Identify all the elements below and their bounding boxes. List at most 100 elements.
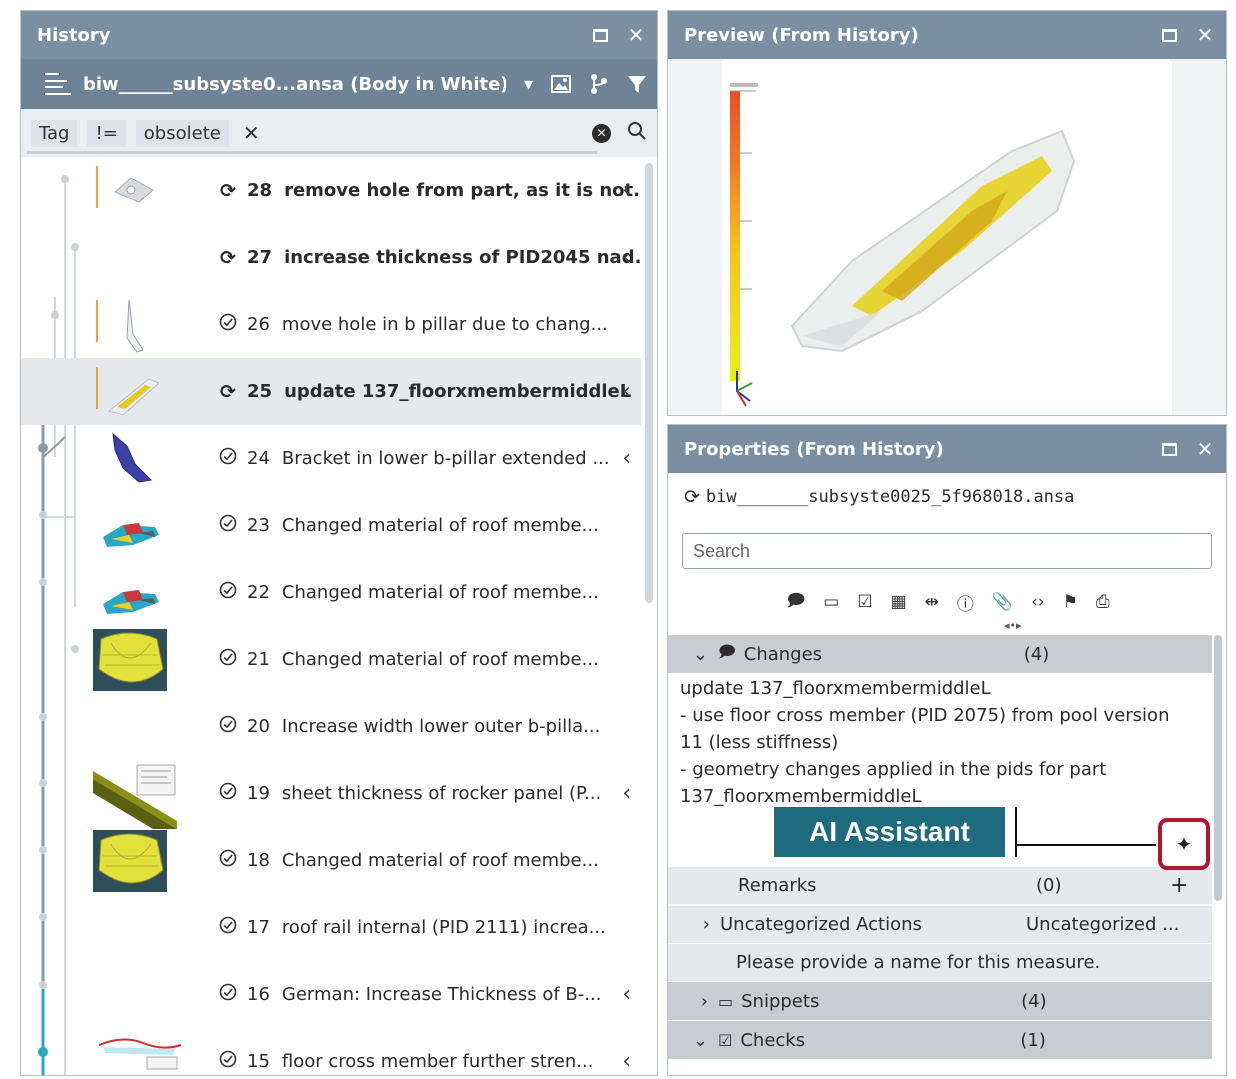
- history-row-text: 18 Changed material of roof membe...: [217, 827, 599, 894]
- properties-search-input[interactable]: Search: [682, 533, 1212, 569]
- maximize-icon[interactable]: [1154, 434, 1184, 464]
- history-row-number: 28: [247, 180, 273, 201]
- clear-icon[interactable]: ✕: [592, 123, 611, 143]
- history-row-number: 23: [247, 515, 270, 536]
- history-row-text: 26 move hole in b pillar due to chang...: [217, 291, 608, 358]
- list-icon[interactable]: [45, 73, 71, 95]
- maximize-icon[interactable]: [585, 20, 615, 50]
- history-row-label: floor cross member further stren...: [281, 1051, 594, 1072]
- history-thumbnail: [93, 227, 167, 289]
- history-row[interactable]: ⟳ 25 update 137_floorxmembermiddleL ‹: [21, 358, 641, 425]
- maximize-icon[interactable]: [1154, 20, 1184, 50]
- history-row-number: 19: [247, 783, 270, 804]
- history-scrollbar[interactable]: [645, 163, 653, 603]
- history-thumbnail: [93, 495, 167, 557]
- uncategorized-value[interactable]: Uncategorized ...: [1026, 914, 1179, 935]
- close-icon[interactable]: ✕: [621, 20, 651, 50]
- history-row-label: Changed material of roof membe...: [281, 515, 599, 536]
- filter-chip-operator[interactable]: !=: [87, 119, 126, 147]
- info-icon[interactable]: ⓘ: [957, 590, 974, 615]
- properties-title: Properties (From History): [684, 438, 944, 460]
- branch-icon[interactable]: [589, 73, 609, 95]
- filter-icon[interactable]: [627, 74, 647, 94]
- preview-title-bar: Preview (From History) ✕: [668, 11, 1226, 59]
- sync-icon: ⟳: [220, 246, 236, 269]
- remarks-row[interactable]: Remarks (0) +: [668, 866, 1212, 904]
- search-icon[interactable]: [627, 121, 647, 146]
- history-row-label: sheet thickness of rocker panel (P...: [281, 783, 602, 804]
- history-row[interactable]: 19 sheet thickness of rocker panel (P... ‹: [21, 760, 641, 829]
- changes-line: update 137_floorxmembermiddleL: [680, 678, 991, 699]
- close-icon[interactable]: ✕: [1190, 434, 1220, 464]
- checks-section-header[interactable]: ⌄ ☑ Checks (1): [668, 1021, 1212, 1059]
- history-row-text: 15 floor cross member further stren...: [217, 1028, 594, 1075]
- chevron-left-icon[interactable]: ‹: [622, 157, 631, 224]
- chevron-left-icon[interactable]: ‹: [622, 425, 631, 492]
- properties-file: ⟳ biw_______subsyste0025_5f968018.ansa: [668, 473, 1226, 521]
- snippets-section-header[interactable]: › ▭ Snippets (4): [668, 982, 1212, 1020]
- remove-filter-icon[interactable]: ✕: [243, 121, 260, 145]
- changes-section-header[interactable]: ⌄ 🗩 Changes (4): [668, 635, 1212, 673]
- checks-label: Checks: [740, 1029, 806, 1051]
- chevron-left-icon[interactable]: ‹: [622, 961, 631, 1028]
- history-row[interactable]: 23 Changed material of roof membe...: [21, 492, 641, 559]
- preview-margin-right: [1170, 59, 1226, 415]
- history-row[interactable]: 22 Changed material of roof membe...: [21, 559, 641, 626]
- history-row-label: remove hole from part, as it is not.: [284, 180, 640, 201]
- image-icon[interactable]: [551, 75, 571, 93]
- history-row[interactable]: 16 German: Increase Thickness of B-... ‹: [21, 961, 641, 1028]
- chevron-left-icon[interactable]: ‹: [622, 358, 631, 425]
- flag-icon[interactable]: ⚑: [1063, 592, 1078, 612]
- history-row[interactable]: 17 roof rail internal (PID 2111) increa..…: [21, 894, 641, 961]
- history-list[interactable]: ⟳ 28 remove hole from part, as it is not. ‹…: [21, 157, 641, 1075]
- check-circle-icon: [217, 983, 239, 1006]
- link-icon[interactable]: ⇹: [925, 592, 939, 612]
- snippet-icon[interactable]: ▭: [823, 592, 839, 612]
- uncategorized-actions-row[interactable]: › Uncategorized Actions Uncategorized ..…: [668, 905, 1212, 943]
- chevron-left-icon[interactable]: ‹: [622, 224, 631, 291]
- history-row-text: 22 Changed material of roof membe...: [217, 559, 599, 626]
- callout-leader-line: [1016, 844, 1156, 846]
- preview-viewport[interactable]: [722, 61, 1172, 415]
- filter-chip-field[interactable]: Tag: [31, 119, 78, 147]
- code-icon[interactable]: ‹›: [1031, 592, 1045, 612]
- printer-icon[interactable]: ⎙: [1096, 592, 1110, 612]
- history-row[interactable]: 18 Changed material of roof membe...: [21, 827, 641, 894]
- sync-icon: ⟳: [220, 380, 236, 403]
- chevron-left-icon[interactable]: ‹: [622, 760, 631, 827]
- measure-name-row[interactable]: Please provide a name for this measure.: [668, 943, 1212, 981]
- check-circle-icon: [217, 849, 239, 872]
- splitter-handle-icon[interactable]: ◂•▸: [1004, 619, 1022, 632]
- chevron-left-icon[interactable]: ‹: [622, 1028, 631, 1075]
- history-row[interactable]: 20 Increase width lower outer b-pilla...: [21, 693, 641, 760]
- measure-name-prompt: Please provide a name for this measure.: [736, 952, 1101, 973]
- grid-icon[interactable]: ▦: [891, 592, 907, 612]
- checkbox-icon[interactable]: ☑: [857, 592, 872, 612]
- history-row[interactable]: 26 move hole in b pillar due to chang...: [21, 291, 641, 358]
- history-row[interactable]: 24 Bracket in lower b-pillar extended ...…: [21, 425, 641, 492]
- comment-icon[interactable]: 🗩: [786, 588, 805, 617]
- history-row-text: 16 German: Increase Thickness of B-...: [217, 961, 601, 1028]
- history-row-label: Increase width lower outer b-pilla...: [281, 716, 601, 737]
- history-row[interactable]: ⟳ 28 remove hole from part, as it is not. ‹: [21, 157, 641, 224]
- chevron-right-icon[interactable]: ›: [668, 991, 718, 1012]
- chevron-down-icon[interactable]: ⌄: [668, 1030, 718, 1051]
- chevron-down-icon[interactable]: ⌄: [668, 644, 718, 665]
- history-row[interactable]: 21 Changed material of roof membe...: [21, 626, 641, 693]
- close-icon[interactable]: ✕: [1190, 20, 1220, 50]
- properties-scrollbar[interactable]: [1214, 635, 1222, 901]
- chevron-right-icon[interactable]: ›: [668, 914, 720, 935]
- properties-title-bar: Properties (From History) ✕: [668, 425, 1226, 473]
- history-row-text: 24 Bracket in lower b-pillar extended ...: [217, 425, 610, 492]
- add-icon[interactable]: +: [1170, 873, 1188, 898]
- history-file-name: biw______subsyste0...ansa (Body in White…: [83, 73, 506, 95]
- history-thumbnail: [93, 629, 167, 691]
- dropdown-arrow-icon[interactable]: ▾: [524, 74, 533, 95]
- sync-icon: ⟳: [684, 486, 700, 508]
- ai-assistant-button[interactable]: ✦: [1158, 818, 1210, 870]
- attachment-icon[interactable]: 📎: [992, 592, 1013, 612]
- filter-chip-value[interactable]: obsolete: [135, 119, 229, 147]
- history-row[interactable]: ⟳ 27 increase thickness of PID2045 nad. ‹: [21, 224, 641, 291]
- checks-count: (1): [1020, 1029, 1046, 1051]
- history-row[interactable]: 15 floor cross member further stren... ‹: [21, 1028, 641, 1075]
